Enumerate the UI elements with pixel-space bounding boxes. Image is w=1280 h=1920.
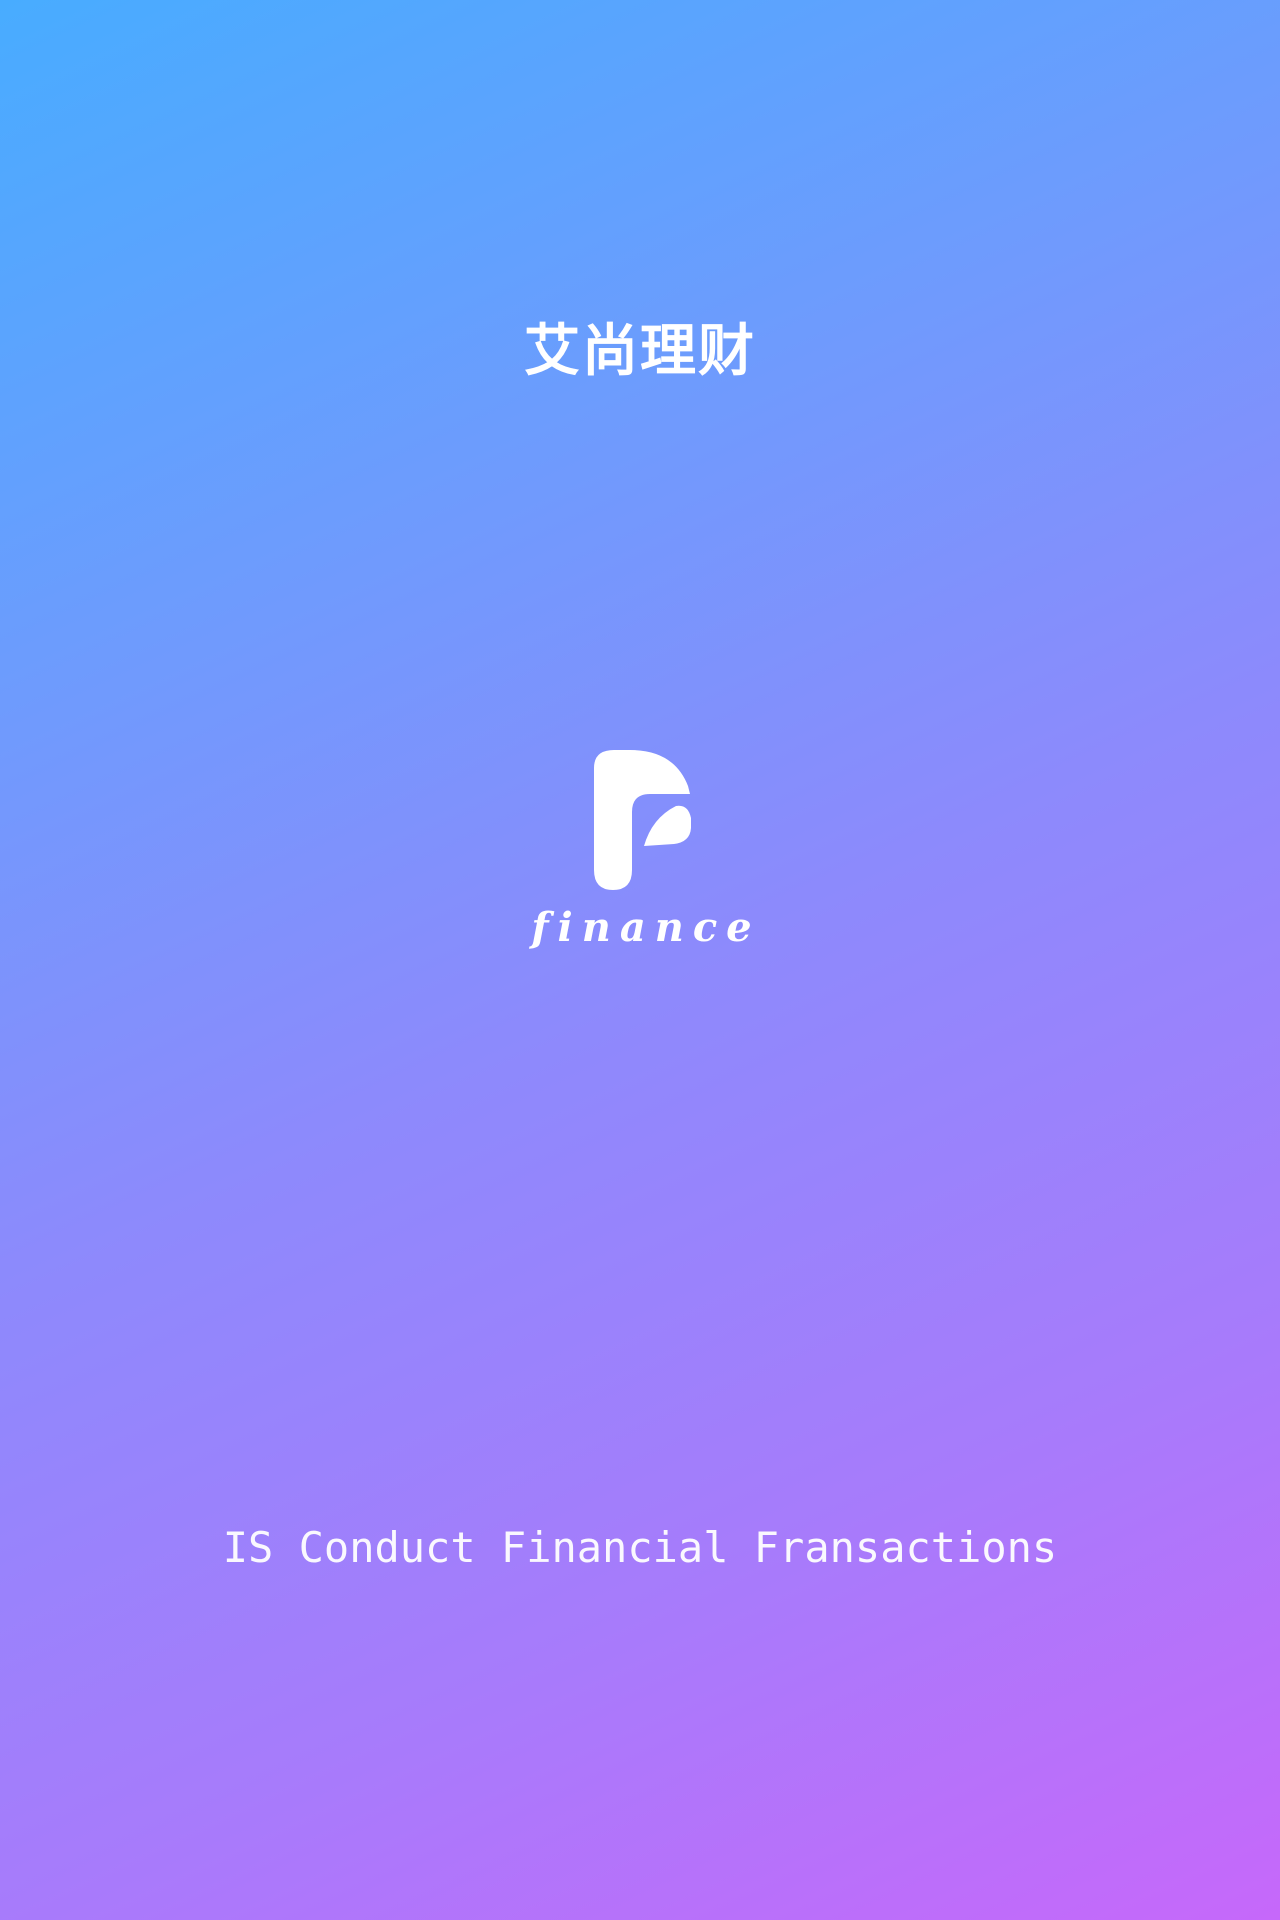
app-title: 艾尚理财 bbox=[524, 319, 756, 384]
finance-f-logo-icon bbox=[594, 750, 691, 890]
tagline: IS Conduct Financial Fransactions bbox=[222, 1523, 1058, 1572]
logo-wordmark: finance bbox=[531, 904, 761, 951]
splash-screen: 艾尚理财 finance IS Conduct Financial Fransa… bbox=[0, 0, 1280, 1920]
app-logo: finance bbox=[0, 748, 1280, 968]
